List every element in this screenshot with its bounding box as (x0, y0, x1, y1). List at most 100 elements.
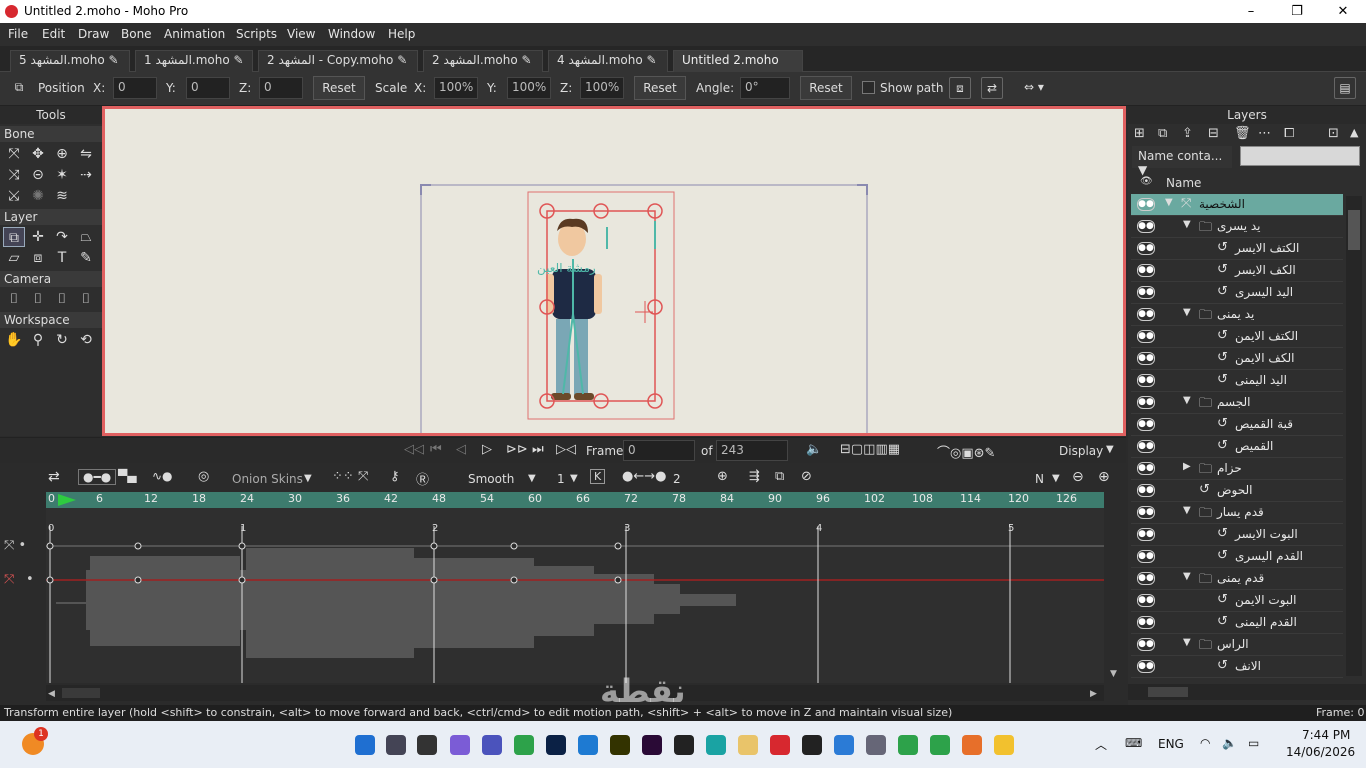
eyedropper-icon[interactable]: ✎ (75, 248, 97, 268)
next-frame-icon[interactable]: ⊳⊳ (506, 442, 528, 457)
chrome-profile2-icon[interactable] (930, 735, 950, 755)
zoom-out-timeline-icon[interactable]: ⊖ (1072, 469, 1084, 485)
teams-icon[interactable] (482, 735, 502, 755)
visibility-eye-icon[interactable]: ●● (1137, 660, 1155, 673)
clock-time[interactable]: 7:44 PM (1302, 728, 1350, 742)
frame-input[interactable]: 0 (623, 440, 695, 461)
visibility-eye-icon[interactable]: ●● (1137, 638, 1155, 651)
first-frame-icon[interactable]: ◁◁ (404, 442, 424, 457)
settings-gear-icon[interactable] (866, 735, 886, 755)
collapse-arrow-icon[interactable]: ▼ (1183, 637, 1191, 648)
chrome-icon[interactable] (514, 735, 534, 755)
new-doc-icon[interactable]: ⊡ (1328, 126, 1339, 141)
visibility-eye-icon[interactable]: ●● (1137, 308, 1155, 321)
key-nav-icon[interactable]: ●←→● (622, 469, 666, 484)
menu-file[interactable]: File (8, 27, 28, 41)
visibility-eye-icon[interactable]: ●● (1137, 506, 1155, 519)
tab-scene5[interactable]: المشهد 5.moho ✎ (10, 50, 130, 72)
zoom-camera-icon[interactable]: ⌷ (27, 289, 49, 309)
n-dropdown[interactable]: N (1035, 472, 1044, 486)
manipulate-bones-icon[interactable]: ✶ (51, 165, 73, 185)
layer-row[interactable]: ●● ↺ قبة القميص (1131, 414, 1343, 436)
tab-scene2[interactable]: المشهد 2.moho ✎ (423, 50, 543, 72)
visibility-eye-icon[interactable]: ●● (1137, 418, 1155, 431)
vscode-icon[interactable] (578, 735, 598, 755)
expand-arrow-icon[interactable]: ▶ (1183, 461, 1191, 472)
edge-icon[interactable] (706, 735, 726, 755)
switch-layer-icon[interactable]: ▱ (3, 248, 25, 268)
onion-skin-icon[interactable]: ◎ (198, 469, 209, 484)
hand-icon[interactable]: ✋ (3, 330, 25, 350)
zoom-in-timeline-icon[interactable]: ⊕ (1098, 469, 1110, 485)
photoshop-icon[interactable] (546, 735, 566, 755)
layers-scrollbar[interactable] (1346, 196, 1362, 676)
tab-scene4[interactable]: المشهد 4.moho ✎ (548, 50, 668, 72)
visibility-eye-icon[interactable]: ●● (1137, 440, 1155, 453)
capcut-icon[interactable] (674, 735, 694, 755)
collapse-arrow-icon[interactable]: ▼ (1183, 505, 1191, 516)
visibility-eye-icon[interactable]: ●● (1137, 572, 1155, 585)
visibility-eye-icon[interactable]: ●● (1137, 594, 1155, 607)
pan-tilt-camera-icon[interactable]: ⌷ (75, 289, 97, 309)
file-explorer-icon[interactable] (994, 735, 1014, 755)
keys-count[interactable]: 2 (673, 472, 681, 486)
panel-toggle-icon[interactable]: ▤ (1334, 77, 1356, 99)
copy-keys-icon[interactable]: ⧉ (775, 469, 784, 484)
photos-icon[interactable] (834, 735, 854, 755)
visibility-eye-icon[interactable]: ●● (1137, 528, 1155, 541)
minimize-button[interactable]: – (1228, 0, 1274, 23)
illustrator-icon[interactable] (610, 735, 630, 755)
bone-strength-icon[interactable]: ⊝ (27, 165, 49, 185)
collapse-arrow-icon[interactable]: ▼ (1165, 197, 1173, 208)
next-key-icon[interactable]: ⏭ (532, 442, 544, 457)
tab-scene2-copy[interactable]: المشهد 2 - Copy.moho ✎ (258, 50, 418, 72)
layer-row[interactable]: ●● ▼ 🗀 قدم يسار (1131, 502, 1343, 524)
keys-toggle-icon[interactable]: ●━● (78, 469, 117, 485)
menu-window[interactable]: Window (328, 27, 375, 41)
chevron-up-icon[interactable]: ︿ (1095, 736, 1107, 753)
layer-settings-icon[interactable]: ⊟ (1208, 126, 1219, 141)
transform-layer-tool-icon[interactable]: ⧉ (3, 227, 25, 247)
tab-scene1[interactable]: المشهد 1.moho ✎ (135, 50, 253, 72)
bone-channel-active-icon[interactable]: ⤧ (4, 572, 14, 587)
onion-chevron-down-icon[interactable]: ▼ (304, 473, 312, 484)
keyboard-icon[interactable]: ⌨ (1125, 736, 1142, 750)
bone-physics-icon[interactable]: ⤨ (3, 165, 25, 185)
rotate-layer-icon[interactable]: ↷ (51, 227, 73, 247)
visibility-eye-icon[interactable]: ●● (1137, 330, 1155, 343)
scale-z-field[interactable]: 100% (580, 77, 624, 99)
interp-count-chevron-icon[interactable]: ▼ (570, 473, 578, 484)
indesign-icon[interactable] (642, 735, 662, 755)
moho-taskbar-icon[interactable] (770, 735, 790, 755)
filter-search-input[interactable] (1240, 146, 1360, 166)
visibility-eye-icon[interactable]: ●● (1137, 352, 1155, 365)
layer-row[interactable]: ●● ▼ 🗀 يد يمنى (1131, 304, 1343, 326)
angle-field[interactable]: 0° (740, 77, 790, 99)
layer-row[interactable]: ●● ↺ الحوض (1131, 480, 1343, 502)
layer-row[interactable]: ●● ▼ 🗀 قدم يمنى (1131, 568, 1343, 590)
layer-row[interactable]: ●● ↺ الكف الايسر (1131, 260, 1343, 282)
layer-row[interactable]: ●● ↺ البوت الايسر (1131, 524, 1343, 546)
curve-icon[interactable]: ∿● (152, 469, 173, 483)
layers-hscroll-thumb[interactable] (1148, 687, 1188, 697)
add-key-icon[interactable]: ⊕ (717, 469, 728, 484)
relative-keys-icon[interactable]: Ⓡ (416, 469, 429, 488)
last-frame-icon[interactable]: ▷◁ (556, 442, 576, 457)
smart-bones-icon[interactable]: ≋ (51, 186, 73, 206)
bone-dynamics-icon[interactable]: ✺ (27, 186, 49, 206)
copy-layer-icon[interactable]: ⧠ (1284, 126, 1294, 141)
menu-view[interactable]: View (287, 27, 315, 41)
reset-scale-button[interactable]: Reset (634, 76, 686, 100)
set-origin-icon[interactable]: ✛ (27, 227, 49, 247)
layer-row[interactable]: ●● ▼ 🗀 الجسم (1131, 392, 1343, 414)
reparent-bone-icon[interactable]: ⇋ (75, 144, 97, 164)
bind-layer-icon[interactable]: ⇢ (75, 165, 97, 185)
visibility-eye-icon[interactable]: ●● (1137, 616, 1155, 629)
visibility-eye-icon[interactable]: ●● (1137, 550, 1155, 563)
layer-row[interactable]: ●● ▼ 🗀 يد يسرى (1131, 216, 1343, 238)
interp-chevron-down-icon[interactable]: ▼ (528, 473, 536, 484)
reset-position-button[interactable]: Reset (313, 76, 365, 100)
visibility-eye-icon[interactable]: ●● (1137, 264, 1155, 277)
visibility-eye-icon[interactable]: ●● (1137, 484, 1155, 497)
interpolation-dropdown[interactable]: Smooth (468, 472, 514, 486)
